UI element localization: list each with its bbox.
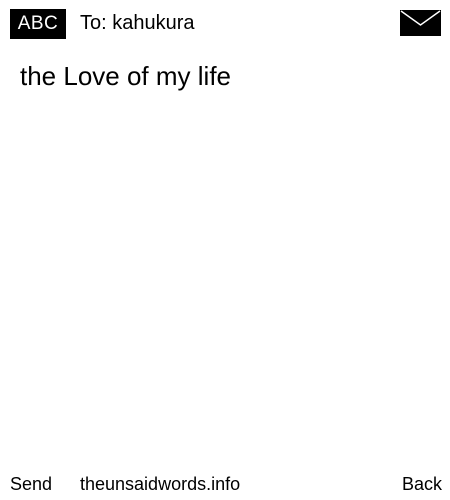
softkey-bar: Send theunsaidwords.info Back xyxy=(0,470,450,498)
site-link[interactable]: theunsaidwords.info xyxy=(80,470,240,498)
message-text[interactable]: the Love of my life xyxy=(20,59,430,93)
input-mode-badge[interactable]: ABC xyxy=(10,9,66,39)
back-button[interactable]: Back xyxy=(402,470,442,498)
recipient-field[interactable]: To: kahukura xyxy=(80,10,195,36)
message-header: ABC To: kahukura xyxy=(0,0,450,44)
envelope-icon xyxy=(400,10,441,36)
send-button[interactable]: Send xyxy=(10,470,52,498)
